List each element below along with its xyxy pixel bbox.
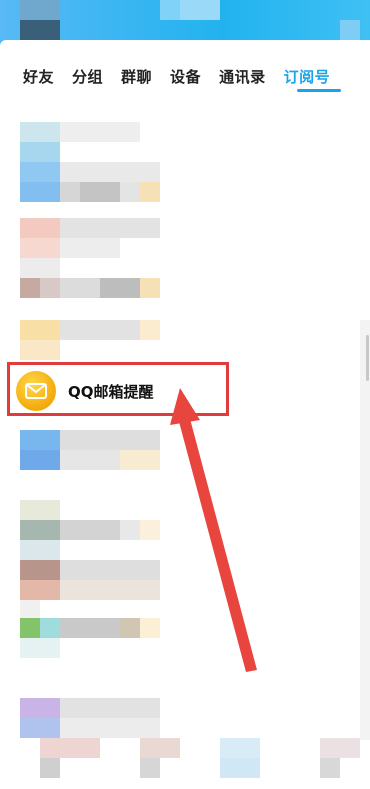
annotation-arrow <box>170 388 257 672</box>
